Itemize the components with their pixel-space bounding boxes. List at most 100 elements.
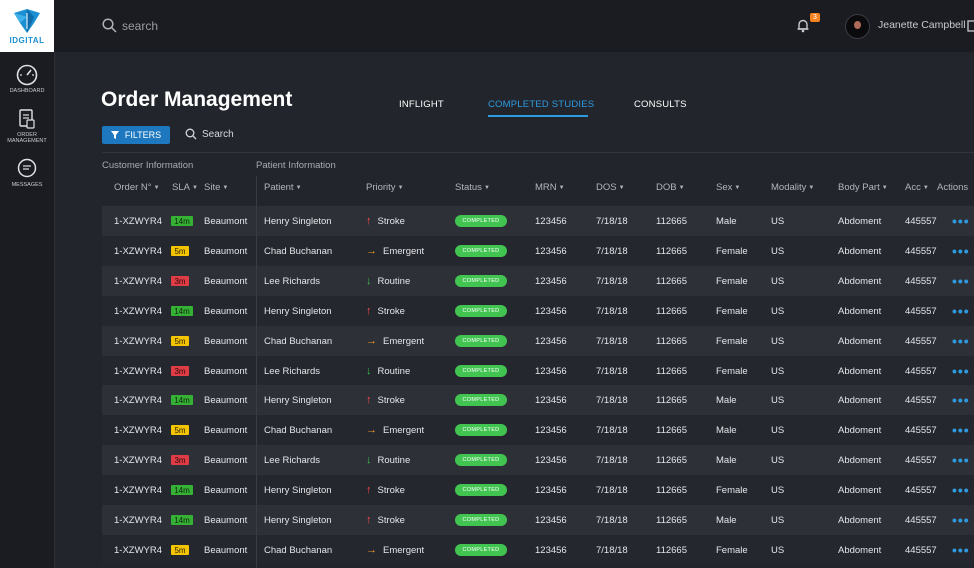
top-bar: search 3 Jeanette Campbell: [54, 0, 974, 52]
dos: 7/18/18: [596, 335, 628, 347]
table-row[interactable]: 1-XZWYR4 5m Beaumont Chad Buchanan → Emergent…: [102, 535, 974, 565]
sla-cell: 5m: [171, 326, 189, 356]
table-row[interactable]: 1-XZWYR4 5m Beaumont Chad Buchanan → Emergent…: [102, 236, 974, 266]
column-header-patient[interactable]: Patient ▼: [264, 182, 302, 193]
sidebar-item-order-management[interactable]: ORDER MANAGEMENT: [0, 108, 54, 144]
column-header-site[interactable]: Site ▼: [204, 182, 228, 193]
more-actions-icon[interactable]: •••: [952, 236, 970, 266]
modality: US: [771, 484, 785, 496]
mrn: 123456: [535, 245, 567, 257]
column-header-sla[interactable]: SLA ▼: [172, 182, 198, 193]
more-actions-icon[interactable]: •••: [952, 296, 970, 326]
more-actions-icon[interactable]: •••: [952, 326, 970, 356]
sidebar: IDGITAL DASHBOARD ORDER MANAGEMENT MESSA…: [0, 0, 55, 568]
tab-inflight[interactable]: INFLIGHT: [399, 99, 444, 110]
column-header-status[interactable]: Status ▼: [455, 182, 490, 193]
bell-icon[interactable]: [796, 18, 810, 33]
status-cell: COMPLETED: [455, 326, 507, 356]
acc: 445557: [905, 514, 937, 526]
table-row[interactable]: 1-XZWYR4 3m Beaumont Lee Richards ↓ Routine CO…: [102, 445, 974, 475]
more-actions-icon[interactable]: •••: [952, 505, 970, 535]
table-row[interactable]: 1-XZWYR4 5m Beaumont Chad Buchanan → Emergent…: [102, 415, 974, 445]
logout-icon[interactable]: [967, 20, 974, 32]
sla-badge: 5m: [171, 336, 189, 346]
priority-cell: ↑ Stroke: [366, 385, 405, 415]
site: Beaumont: [204, 245, 248, 257]
column-header-dob[interactable]: DOB ▼: [656, 182, 685, 193]
acc: 445557: [905, 484, 937, 496]
table-row[interactable]: 1-XZWYR4 14m Beaumont Henry Singleton ↑ Strok…: [102, 206, 974, 236]
brand-logo[interactable]: IDGITAL: [0, 0, 54, 52]
filters-button[interactable]: FILTERS: [102, 126, 170, 144]
more-actions-icon[interactable]: •••: [952, 266, 970, 296]
table-search[interactable]: Search: [185, 128, 234, 140]
site: Beaumont: [204, 365, 248, 377]
priority-down-arrow-icon: ↓: [366, 454, 372, 466]
column-header-order[interactable]: Order N° ▼: [114, 182, 160, 193]
tab-completed-studies[interactable]: COMPLETED STUDIES: [488, 99, 594, 110]
column-header-acc[interactable]: Acc ▼: [905, 182, 929, 193]
table-row[interactable]: 1-XZWYR4 5m Beaumont Chad Buchanan → Emergent…: [102, 326, 974, 356]
dob: 112665: [656, 394, 687, 406]
tab-consults[interactable]: CONSULTS: [634, 99, 687, 110]
notification-badge: 3: [810, 13, 820, 22]
column-header-sex[interactable]: Sex ▼: [716, 182, 740, 193]
priority-up-arrow-icon: ↑: [366, 394, 372, 406]
more-actions-icon[interactable]: •••: [952, 356, 970, 386]
priority-right-arrow-icon: →: [366, 245, 377, 257]
priority-cell: ↓ Routine: [366, 356, 410, 386]
table-row[interactable]: 1-XZWYR4 3m Beaumont Lee Richards ↓ Routine CO…: [102, 356, 974, 386]
group-label-customer: Customer Information: [102, 160, 194, 171]
priority-cell: → Emergent: [366, 415, 424, 445]
patient-name: Henry Singleton: [264, 394, 332, 406]
body-part: Abdoment: [838, 335, 882, 347]
more-actions-icon[interactable]: •••: [952, 535, 970, 565]
status-badge: COMPLETED: [455, 514, 507, 526]
table-search-input[interactable]: Search: [202, 129, 234, 140]
user-name[interactable]: Jeanette Campbell: [878, 19, 966, 31]
status-cell: COMPLETED: [455, 475, 507, 505]
priority-cell: → Emergent: [366, 236, 424, 266]
dob: 112665: [656, 514, 687, 526]
mrn: 123456: [535, 454, 567, 466]
more-actions-icon[interactable]: •••: [952, 206, 970, 236]
sidebar-item-messages[interactable]: MESSAGES: [0, 158, 54, 188]
column-header-actions: Actions: [937, 182, 969, 193]
column-header-body-part[interactable]: Body Part ▼: [838, 182, 888, 193]
status-badge: COMPLETED: [455, 335, 507, 347]
table-row[interactable]: 1-XZWYR4 14m Beaumont Henry Singleton ↑ Strok…: [102, 385, 974, 415]
status-cell: COMPLETED: [455, 535, 507, 565]
table-row[interactable]: 1-XZWYR4 14m Beaumont Henry Singleton ↑ Strok…: [102, 505, 974, 535]
mrn: 123456: [535, 424, 567, 436]
status-cell: COMPLETED: [455, 505, 507, 535]
more-actions-icon[interactable]: •••: [952, 475, 970, 505]
mrn: 123456: [535, 394, 567, 406]
more-actions-icon[interactable]: •••: [952, 445, 970, 475]
sex: Male: [716, 394, 737, 406]
status-cell: COMPLETED: [455, 445, 507, 475]
avatar[interactable]: [845, 14, 870, 39]
site: Beaumont: [204, 454, 248, 466]
status-badge: COMPLETED: [455, 365, 507, 377]
column-header-dos[interactable]: DOS ▼: [596, 182, 625, 193]
table-row[interactable]: 1-XZWYR4 3m Beaumont Lee Richards ↓ Routine CO…: [102, 266, 974, 296]
column-header-priority[interactable]: Priority ▼: [366, 182, 404, 193]
modality: US: [771, 335, 785, 347]
global-search[interactable]: search: [102, 18, 158, 33]
more-actions-icon[interactable]: •••: [952, 385, 970, 415]
clipboard-icon: [19, 109, 35, 129]
mrn: 123456: [535, 514, 567, 526]
sidebar-item-dashboard[interactable]: DASHBOARD: [0, 64, 54, 94]
column-header-mrn[interactable]: MRN ▼: [535, 182, 565, 193]
more-actions-icon[interactable]: •••: [952, 415, 970, 445]
table-row[interactable]: 1-XZWYR4 14m Beaumont Henry Singleton ↑ Strok…: [102, 475, 974, 505]
modality: US: [771, 544, 785, 556]
dos: 7/18/18: [596, 365, 628, 377]
dob: 112665: [656, 454, 687, 466]
search-input[interactable]: search: [122, 19, 158, 33]
priority-down-arrow-icon: ↓: [366, 365, 372, 377]
table-row[interactable]: 1-XZWYR4 14m Beaumont Henry Singleton ↑ Strok…: [102, 296, 974, 326]
column-header-modality[interactable]: Modality ▼: [771, 182, 814, 193]
priority-label: Emergent: [383, 544, 425, 556]
modality: US: [771, 514, 785, 526]
